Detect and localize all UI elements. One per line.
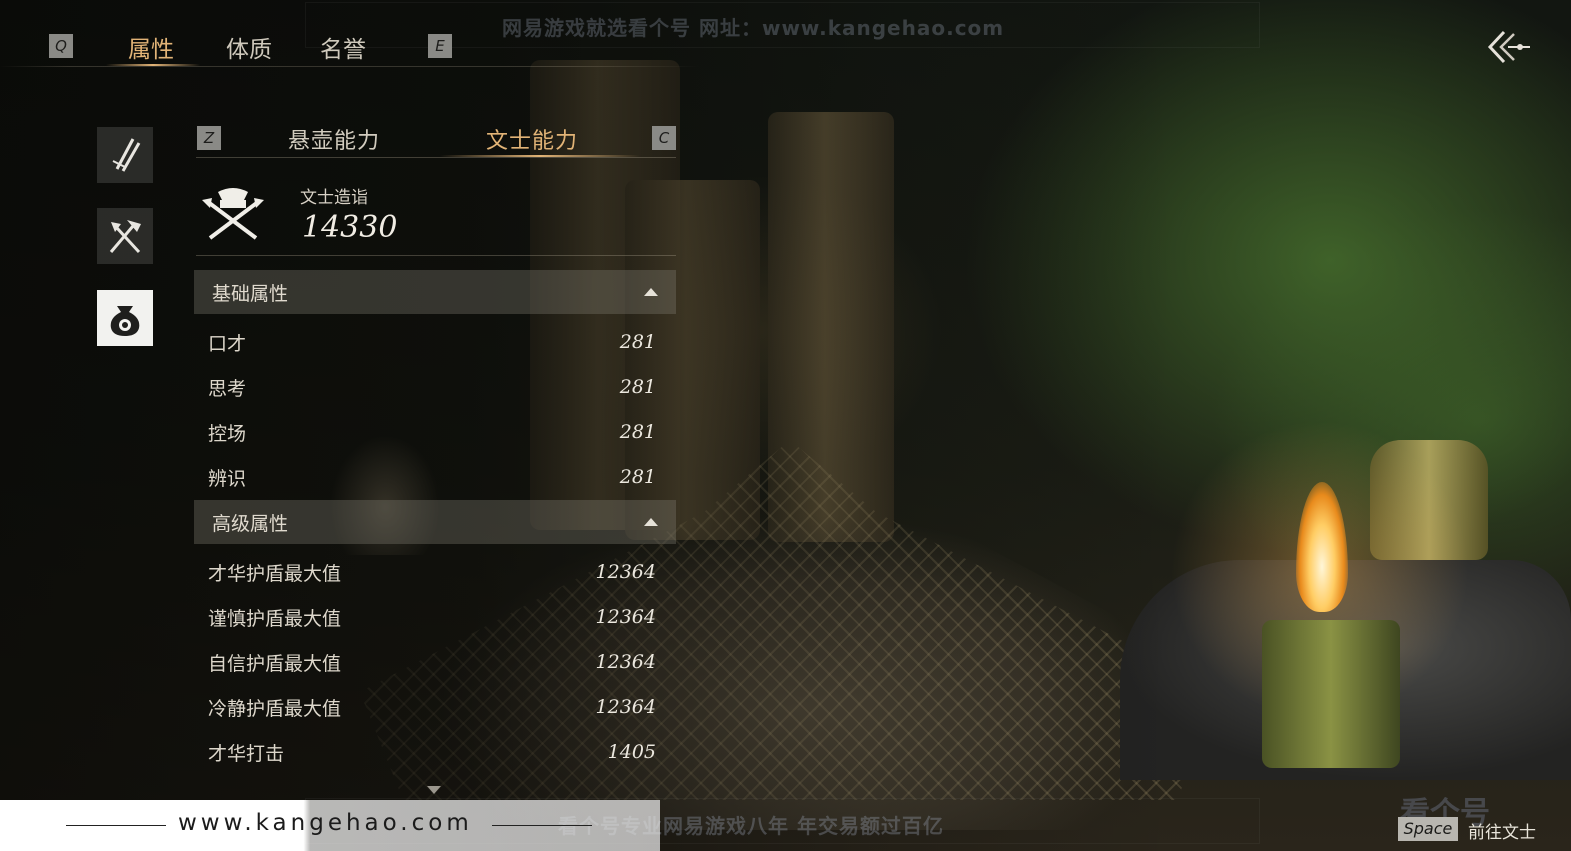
- stat-value: 281: [619, 421, 656, 443]
- stat-row: 自信护盾最大值 12364: [208, 647, 656, 677]
- stat-value: 281: [619, 376, 656, 398]
- prev-tab-key[interactable]: Q: [49, 34, 73, 58]
- stat-value: 12364: [595, 606, 656, 628]
- top-tab-divider: [0, 66, 700, 67]
- section-header-basic[interactable]: 基础属性: [194, 270, 676, 314]
- tab-constitution[interactable]: 体质: [226, 30, 272, 64]
- stat-row: 思考 281: [208, 372, 656, 402]
- score-value: 14330: [302, 210, 398, 245]
- collapse-caret-icon: [644, 288, 658, 296]
- stat-name: 口才: [208, 332, 247, 355]
- stat-name: 谨慎护盾最大值: [208, 607, 342, 630]
- stat-value: 1405: [607, 741, 656, 763]
- collapse-caret-icon: [644, 518, 658, 526]
- tab-attributes[interactable]: 属性: [128, 30, 174, 64]
- subtab-divider: [196, 157, 676, 158]
- next-subtab-key[interactable]: C: [652, 126, 676, 150]
- section-title: 高级属性: [212, 512, 289, 535]
- tab-active-underline: [106, 64, 200, 66]
- stat-value: 281: [619, 466, 656, 488]
- tab-reputation[interactable]: 名誉: [320, 30, 366, 64]
- stat-value: 12364: [595, 651, 656, 673]
- url-banner: www.kangehao.com: [0, 800, 660, 851]
- subtab-medicine[interactable]: 悬壶能力: [288, 123, 380, 155]
- side-tab-combat[interactable]: [97, 127, 153, 183]
- stat-row: 谨慎护盾最大值 12364: [208, 602, 656, 632]
- tools-icon: [109, 220, 141, 254]
- stat-row: 口才 281: [208, 327, 656, 357]
- watermark-top: 网易游戏就选看个号 网址：www.kangehao.com: [502, 16, 1005, 40]
- money-bag-icon: [110, 306, 140, 336]
- stat-row: 冷静护盾最大值 12364: [208, 692, 656, 722]
- score-divider: [196, 255, 676, 256]
- back-button[interactable]: [1484, 26, 1534, 68]
- prev-subtab-key[interactable]: Z: [197, 126, 221, 150]
- section-header-advanced[interactable]: 高级属性: [194, 500, 676, 544]
- side-tab-crafting[interactable]: [97, 208, 153, 264]
- stat-row: 才华打击 1405: [208, 737, 656, 767]
- stat-row: 控场 281: [208, 417, 656, 447]
- back-arrows-icon: [1487, 30, 1530, 64]
- stat-name: 控场: [208, 422, 247, 445]
- scroll-down-icon[interactable]: [427, 786, 441, 794]
- stat-name: 才华打击: [208, 742, 285, 765]
- stat-name: 辨识: [208, 467, 247, 490]
- stat-row: 才华护盾最大值 12364: [208, 557, 656, 587]
- subtab-scholar[interactable]: 文士能力: [486, 123, 578, 155]
- swords-icon: [112, 138, 141, 172]
- stat-value: 12364: [595, 696, 656, 718]
- stat-name: 自信护盾最大值: [208, 652, 342, 675]
- stat-value: 12364: [595, 561, 656, 583]
- stat-row: 辨识 281: [208, 462, 656, 492]
- stat-name: 冷静护盾最大值: [208, 697, 342, 720]
- stat-value: 281: [619, 331, 656, 353]
- score-label: 文士造诣: [300, 188, 368, 208]
- scholar-emblem-icon: [198, 182, 268, 244]
- side-tab-scholar[interactable]: [97, 290, 153, 346]
- banner-line-right: [492, 825, 592, 826]
- subtab-active-underline: [440, 155, 640, 157]
- banner-url: www.kangehao.com: [178, 810, 473, 836]
- go-to-scholar-label[interactable]: 前往文士: [1468, 818, 1536, 843]
- section-title: 基础属性: [212, 282, 289, 305]
- banner-line-left: [66, 825, 166, 826]
- stat-name: 才华护盾最大值: [208, 562, 342, 585]
- space-key[interactable]: Space: [1398, 817, 1458, 841]
- next-tab-key[interactable]: E: [428, 34, 452, 58]
- stat-name: 思考: [208, 377, 247, 400]
